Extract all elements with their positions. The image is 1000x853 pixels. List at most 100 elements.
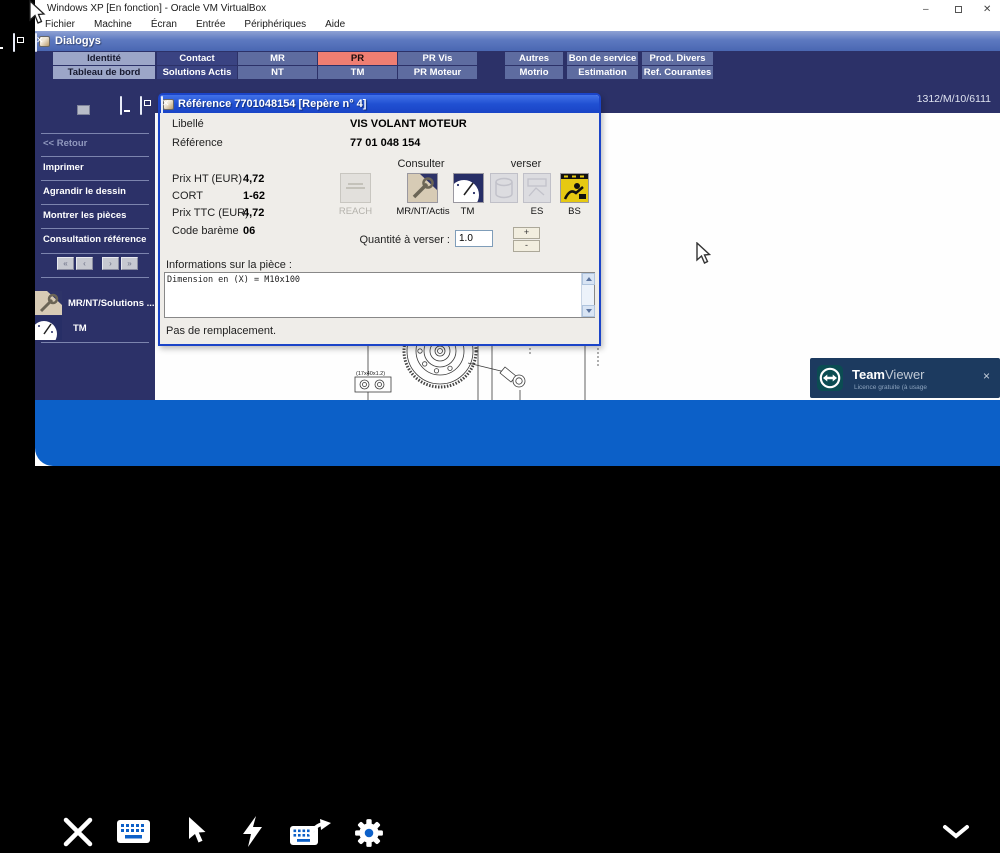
pager-last-button[interactable]: » xyxy=(121,257,138,270)
mouse-mode-button[interactable] xyxy=(187,817,209,850)
tab-pr-active[interactable]: PR xyxy=(318,52,397,65)
sidebar-item-imprimer[interactable]: Imprimer xyxy=(35,160,155,175)
divider xyxy=(41,277,149,278)
quantity-up-button[interactable]: + xyxy=(513,227,540,239)
actions-button[interactable] xyxy=(241,816,265,853)
code-bareme-label: Code barème xyxy=(172,225,239,237)
divider xyxy=(41,204,149,205)
mr-nt-actis-icon[interactable] xyxy=(407,173,438,203)
pager-next-button[interactable]: › xyxy=(102,257,119,270)
quantity-down-button[interactable]: - xyxy=(513,240,540,252)
tab-mr[interactable]: MR xyxy=(238,52,317,65)
chevron-down-icon xyxy=(942,824,970,840)
bs-icon[interactable] xyxy=(560,173,589,203)
keyboard-button[interactable] xyxy=(117,820,151,849)
divider xyxy=(41,180,149,181)
app-close-button[interactable]: ✕ xyxy=(35,33,37,52)
tm-label: TM xyxy=(445,206,490,217)
brand-team: Team xyxy=(852,367,885,382)
verser-icon-disabled xyxy=(490,173,518,203)
reach-icon-disabled xyxy=(340,173,371,203)
shortcut-tm-label: TM xyxy=(73,323,87,334)
sidebar-shortcut-mr-nt[interactable]: MR/NT/Solutions ... xyxy=(35,291,155,315)
dial-icon xyxy=(35,316,62,340)
dialog-minimize-button[interactable] xyxy=(120,96,122,115)
wrench-icon xyxy=(35,291,62,315)
es-icon-disabled xyxy=(523,173,551,203)
no-replacement-note: Pas de remplacement. xyxy=(166,325,276,337)
host-minimize-button[interactable]: – xyxy=(923,4,929,15)
keyboard-shortcut-button[interactable] xyxy=(290,819,332,852)
tab-tableau-de-bord[interactable]: Tableau de bord xyxy=(53,66,155,79)
tab-ref-courantes[interactable]: Ref. Courantes xyxy=(642,66,713,79)
sidebar-mini-button[interactable] xyxy=(77,105,90,115)
price-ttc-value: 4,72 xyxy=(243,207,264,219)
divider xyxy=(41,156,149,157)
tab-bon-de-service[interactable]: Bon de service xyxy=(567,52,638,65)
dialog-body: Libellé VIS VOLANT MOTEUR Référence 77 0… xyxy=(160,113,599,344)
keyboard-arrow-icon xyxy=(290,819,332,847)
teamviewer-logo-icon xyxy=(817,365,843,391)
menu-machine[interactable]: Machine xyxy=(94,19,132,30)
tab-estimation[interactable]: Estimation xyxy=(567,66,638,79)
tab-autres[interactable]: Autres xyxy=(505,52,563,65)
cort-value: 1-62 xyxy=(243,190,265,202)
guest-mouse-cursor xyxy=(695,242,713,266)
verser-label: verser xyxy=(496,158,556,170)
scroll-up-button[interactable] xyxy=(582,273,595,285)
tab-prod-divers[interactable]: Prod. Divers xyxy=(642,52,713,65)
host-restore-button[interactable] xyxy=(955,6,962,13)
dialogys-title: Dialogys xyxy=(55,35,101,47)
tm-icon[interactable] xyxy=(453,173,484,203)
lightning-icon xyxy=(241,816,265,848)
teamviewer-license-text: Licence gratuite (à usage xyxy=(854,384,927,391)
dialogys-titlebar: Dialogys xyxy=(35,31,1000,51)
libelle-label: Libellé xyxy=(172,118,204,130)
tab-identite[interactable]: Identité xyxy=(53,52,155,65)
menu-aide[interactable]: Aide xyxy=(325,19,345,30)
teamviewer-close-button[interactable]: × xyxy=(983,369,990,383)
part-info-text: Dimension en (X) = M10x100 xyxy=(167,275,300,285)
menu-peripheriques[interactable]: Périphériques xyxy=(244,19,306,30)
tab-tm[interactable]: TM xyxy=(318,66,397,79)
price-ttc-label: Prix TTC (EUR) xyxy=(172,207,249,219)
quantity-input[interactable] xyxy=(455,230,493,247)
sidebar-item-retour[interactable]: << Retour xyxy=(35,136,155,151)
teamviewer-brand: TeamViewer xyxy=(852,367,925,382)
tab-pr-moteur[interactable]: PR Moteur xyxy=(398,66,477,79)
teamviewer-popup: TeamViewer Licence gratuite (à usage × xyxy=(810,358,1000,398)
menu-ecran[interactable]: Écran xyxy=(151,19,177,30)
tab-nt[interactable]: NT xyxy=(238,66,317,79)
pager-first-button[interactable]: « xyxy=(57,257,74,270)
vbox-window-title: Windows XP [En fonction] - Oracle VM Vir… xyxy=(47,3,266,14)
sidebar-shortcut-tm[interactable]: TM xyxy=(35,316,155,340)
bs-label: BS xyxy=(552,206,597,217)
gear-icon xyxy=(354,818,384,848)
part-info-textarea[interactable]: Dimension en (X) = M10x100 xyxy=(164,272,595,318)
divider xyxy=(41,253,149,254)
tab-motrio[interactable]: Motrio xyxy=(505,66,563,79)
dialog-title: Référence 7701048154 [Repère n° 4] xyxy=(178,98,366,110)
settings-button[interactable] xyxy=(354,818,384,853)
menu-entree[interactable]: Entrée xyxy=(196,19,225,30)
consulter-label: Consulter xyxy=(390,158,452,170)
sidebar-item-montrer[interactable]: Montrer les pièces xyxy=(35,208,155,223)
shortcut-mr-label: MR/NT/Solutions ... xyxy=(68,298,155,309)
close-session-button[interactable] xyxy=(62,816,94,853)
dialog-titlebar[interactable]: Référence 7701048154 [Repère n° 4] xyxy=(160,95,599,113)
dialog-maximize-button[interactable] xyxy=(140,96,142,115)
pager-prev-button[interactable]: ‹ xyxy=(76,257,93,270)
reference-label: Référence xyxy=(172,137,223,149)
info-scrollbar[interactable] xyxy=(581,273,594,317)
collapse-toolbar-button[interactable] xyxy=(942,824,970,845)
host-close-button[interactable]: ✕ xyxy=(983,4,991,15)
app-restore-button[interactable] xyxy=(13,33,15,52)
tab-pr-vis[interactable]: PR Vis xyxy=(398,52,477,65)
scroll-down-button[interactable] xyxy=(582,305,595,317)
sidebar-item-agrandir[interactable]: Agrandir le dessin xyxy=(35,184,155,199)
sidebar-item-consultation[interactable]: Consultation référence xyxy=(35,232,155,247)
tab-solutions-actis[interactable]: Solutions Actis xyxy=(157,66,237,79)
document-reference: 1312/M/10/6111 xyxy=(917,93,991,105)
tab-contact[interactable]: Contact xyxy=(157,52,237,65)
code-bareme-value: 06 xyxy=(243,225,255,237)
